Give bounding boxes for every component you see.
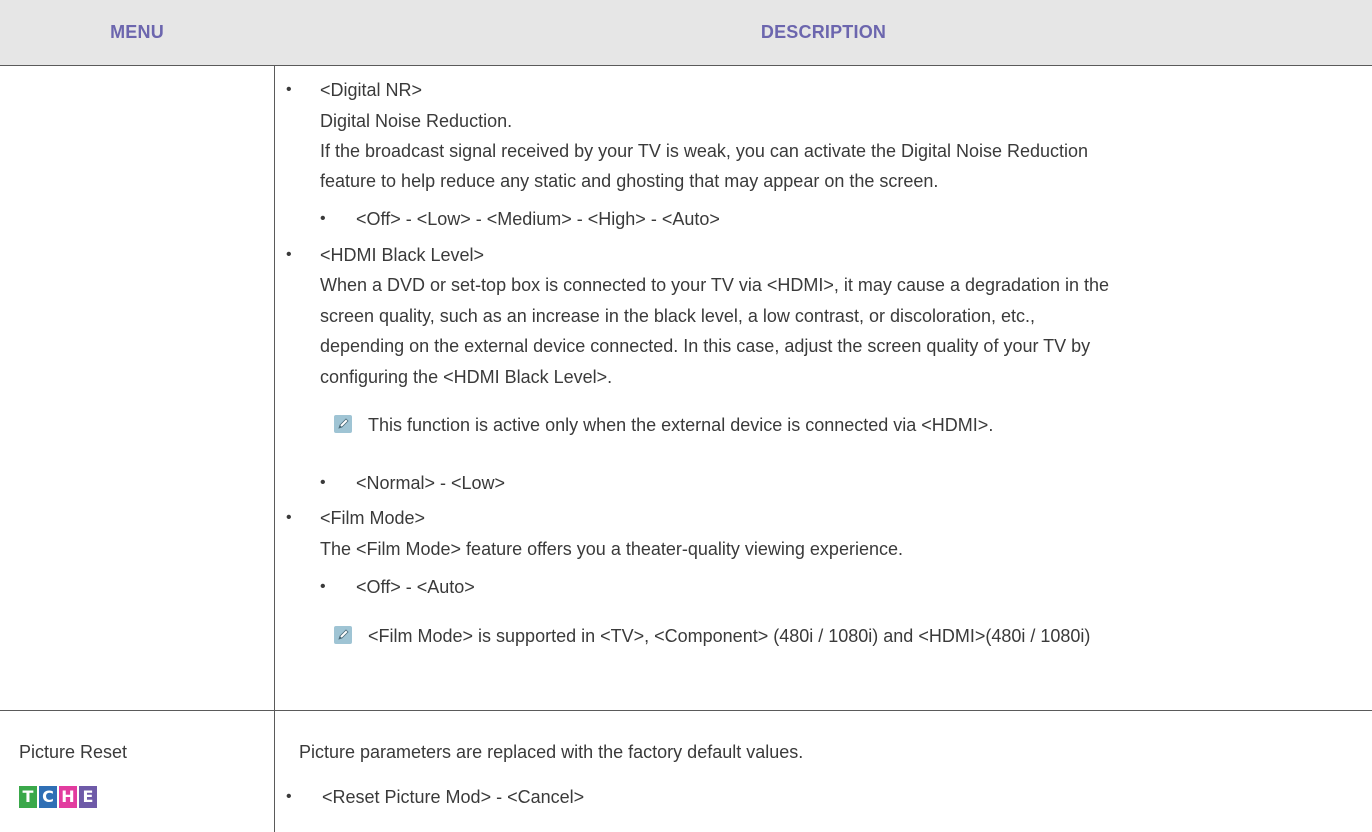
film-mode-note: <Film Mode> is supported in <TV>, <Compo… <box>368 626 1091 646</box>
note-pencil-icon <box>334 626 352 644</box>
sub-bullet: • <box>320 578 326 595</box>
picture-reset-options: <Reset Picture Mod> - <Cancel> <box>322 787 585 807</box>
film-mode-desc: The <Film Mode> feature offers you a the… <box>320 539 903 559</box>
column-divider <box>274 65 275 832</box>
hdmi-desc-2: screen quality, such as an increase in t… <box>320 306 1036 326</box>
sub-bullet: • <box>320 474 326 491</box>
film-mode-title: <Film Mode> <box>320 508 426 528</box>
digital-nr-title: <Digital NR> <box>320 80 423 100</box>
hdmi-desc-1: When a DVD or set-top box is connected t… <box>320 275 1110 295</box>
digital-nr-desc-1: If the broadcast signal received by your… <box>320 141 1089 161</box>
bullet: • <box>286 81 292 98</box>
menu-description-table: MENU DESCRIPTION • <Digital NR> Digital … <box>0 0 1372 832</box>
component-badge-icon: C <box>39 786 57 808</box>
digital-nr-desc-2: feature to help reduce any static and gh… <box>320 171 939 191</box>
film-mode-options: <Off> - <Auto> <box>356 577 475 597</box>
bullet: • <box>286 246 292 263</box>
bullet: • <box>286 788 292 805</box>
hdmi-note: This function is active only when the ex… <box>368 415 994 435</box>
external-badge-icon: E <box>79 786 97 808</box>
hdmi-desc-3: depending on the external device connect… <box>320 336 1091 356</box>
table-header: MENU DESCRIPTION <box>0 0 1372 66</box>
hdmi-badge-icon: H <box>59 786 77 808</box>
hdmi-black-level-title: <HDMI Black Level> <box>320 245 485 265</box>
picture-reset-label: Picture Reset <box>19 742 128 762</box>
picture-reset-desc: Picture parameters are replaced with the… <box>299 742 804 762</box>
hdmi-desc-4: configuring the <HDMI Black Level>. <box>320 367 613 387</box>
digital-nr-options: <Off> - <Low> - <Medium> - <High> - <Aut… <box>356 209 720 229</box>
hdmi-options: <Normal> - <Low> <box>356 473 506 493</box>
header-menu: MENU <box>110 22 164 42</box>
row-divider <box>0 710 1372 711</box>
digital-nr-subtitle: Digital Noise Reduction. <box>320 111 513 131</box>
bullet: • <box>286 509 292 526</box>
header-description: DESCRIPTION <box>760 22 887 42</box>
tv-badge-icon: T <box>19 786 37 808</box>
note-pencil-icon <box>334 415 352 433</box>
sub-bullet: • <box>320 210 326 227</box>
